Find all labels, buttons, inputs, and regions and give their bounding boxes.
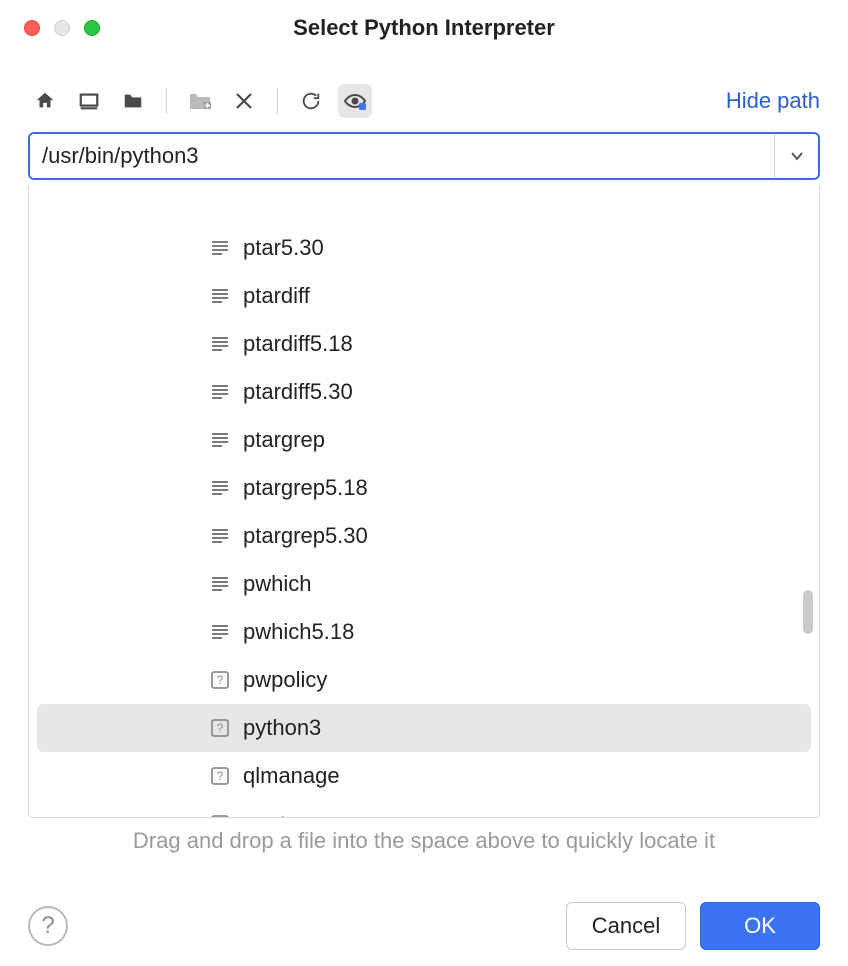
file-item[interactable]: pwhich5.18 bbox=[29, 608, 819, 656]
dialog-footer: ? Cancel OK bbox=[0, 902, 848, 950]
text-file-icon bbox=[209, 381, 231, 403]
file-item[interactable]: pwhich bbox=[29, 560, 819, 608]
file-item-label: pwhich5.18 bbox=[243, 619, 354, 645]
file-item-label: ptardiff5.18 bbox=[243, 331, 353, 357]
text-file-icon bbox=[209, 573, 231, 595]
file-item-label: python3 bbox=[243, 715, 321, 741]
text-file-icon bbox=[209, 237, 231, 259]
text-file-icon bbox=[209, 525, 231, 547]
file-item-label: ptargrep5.18 bbox=[243, 475, 368, 501]
path-dropdown-button[interactable] bbox=[774, 134, 818, 178]
text-file-icon bbox=[209, 477, 231, 499]
file-item[interactable]: ptardiff5.30 bbox=[29, 368, 819, 416]
show-hidden-icon[interactable] bbox=[338, 84, 372, 118]
file-item-label: quota bbox=[243, 811, 298, 818]
file-item-selected[interactable]: ? python3 bbox=[37, 704, 811, 752]
file-item-label: qlmanage bbox=[243, 763, 340, 789]
delete-icon[interactable] bbox=[227, 84, 261, 118]
text-file-icon bbox=[209, 285, 231, 307]
svg-text:?: ? bbox=[217, 721, 224, 735]
unknown-file-icon: ? bbox=[209, 765, 231, 787]
close-window-button[interactable] bbox=[24, 20, 40, 36]
window-controls bbox=[0, 20, 100, 36]
file-item[interactable]: ptargrep5.30 bbox=[29, 512, 819, 560]
file-item[interactable]: ? pwpolicy bbox=[29, 656, 819, 704]
path-input[interactable] bbox=[30, 134, 774, 178]
refresh-icon[interactable] bbox=[294, 84, 328, 118]
file-item-label: ptargrep5.30 bbox=[243, 523, 368, 549]
svg-text:?: ? bbox=[217, 769, 224, 783]
file-item[interactable]: ptardiff bbox=[29, 272, 819, 320]
ok-button[interactable]: OK bbox=[700, 902, 820, 950]
toolbar-separator bbox=[277, 88, 278, 114]
cancel-button[interactable]: Cancel bbox=[566, 902, 686, 950]
file-item-label: pwhich bbox=[243, 571, 311, 597]
file-item-label: ptardiff5.30 bbox=[243, 379, 353, 405]
file-item[interactable]: ptardiff5.18 bbox=[29, 320, 819, 368]
hide-path-link[interactable]: Hide path bbox=[726, 88, 820, 114]
window-title: Select Python Interpreter bbox=[0, 15, 848, 41]
project-dir-icon[interactable] bbox=[116, 84, 150, 118]
toolbar: Hide path bbox=[0, 56, 848, 126]
zoom-window-button[interactable] bbox=[84, 20, 100, 36]
svg-text:?: ? bbox=[217, 673, 224, 687]
text-file-icon bbox=[209, 333, 231, 355]
unknown-file-icon: ? bbox=[209, 669, 231, 691]
file-browser[interactable]: ptar5.30 ptardiff ptardiff5.18 ptardiff5.30… bbox=[28, 186, 820, 818]
file-item-label: ptargrep bbox=[243, 427, 325, 453]
home-icon[interactable] bbox=[28, 84, 62, 118]
desktop-icon[interactable] bbox=[72, 84, 106, 118]
drag-hint: Drag and drop a file into the space abov… bbox=[0, 818, 848, 854]
file-item-label: ptardiff bbox=[243, 283, 310, 309]
file-item[interactable] bbox=[29, 200, 819, 224]
minimize-window-button[interactable] bbox=[54, 20, 70, 36]
text-file-icon bbox=[209, 429, 231, 451]
new-folder-icon[interactable] bbox=[183, 84, 217, 118]
scrollbar-thumb[interactable] bbox=[803, 590, 813, 634]
text-file-icon bbox=[209, 621, 231, 643]
unknown-file-icon: ? bbox=[209, 813, 231, 818]
file-item[interactable]: ptargrep5.18 bbox=[29, 464, 819, 512]
file-item[interactable]: ptar5.30 bbox=[29, 224, 819, 272]
file-item-label: pwpolicy bbox=[243, 667, 327, 693]
help-button[interactable]: ? bbox=[28, 906, 68, 946]
toolbar-separator bbox=[166, 88, 167, 114]
file-item[interactable]: ? quota bbox=[29, 800, 819, 818]
unknown-file-icon: ? bbox=[209, 717, 231, 739]
path-field bbox=[28, 132, 820, 180]
file-item[interactable]: ? qlmanage bbox=[29, 752, 819, 800]
svg-text:?: ? bbox=[217, 817, 224, 818]
title-bar: Select Python Interpreter bbox=[0, 0, 848, 56]
file-item[interactable]: ptargrep bbox=[29, 416, 819, 464]
file-item-label: ptar5.30 bbox=[243, 235, 324, 261]
